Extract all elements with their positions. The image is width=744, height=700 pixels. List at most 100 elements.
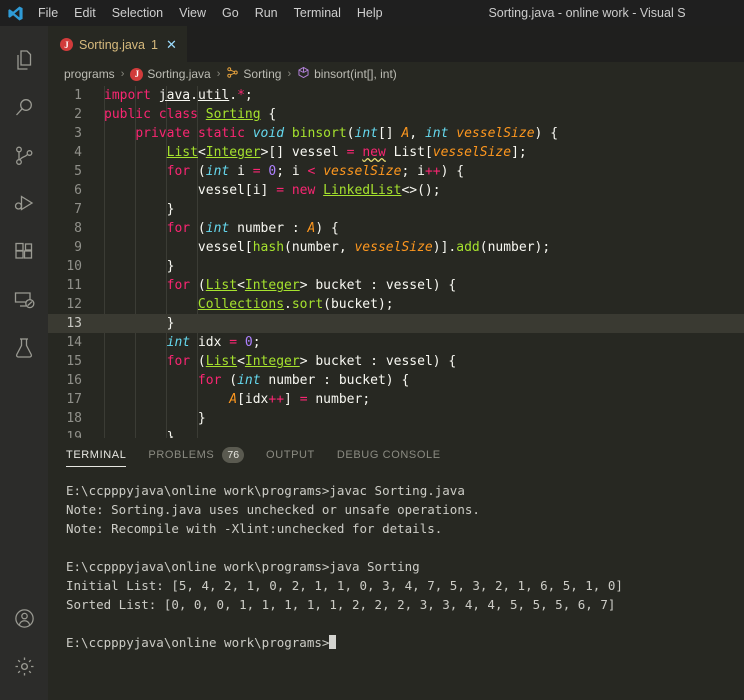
line-number: 6 [74,183,82,198]
line-content: for (int number : bucket) { [197,373,410,388]
menu-help[interactable]: Help [349,3,391,23]
code-line[interactable]: 12 Collections.sort(bucket); [48,295,744,314]
code-line[interactable]: 10 } [48,257,744,276]
tab-label: Sorting.java [79,37,146,52]
line-number: 1 [74,88,82,103]
code-line[interactable]: 5 for (int i = 0; i < vesselSize; i++) { [48,162,744,181]
sidebar-item-explorer[interactable] [0,36,48,84]
code-line[interactable]: 18 } [48,409,744,428]
line-content: } [104,430,175,438]
menu-selection[interactable]: Selection [104,3,171,23]
panel-tab-bar: TERMINAL PROBLEMS 76 OUTPUT DEBUG CONSOL… [48,438,744,471]
remote-explorer-icon [12,288,36,312]
code-line[interactable]: 7 } [48,200,744,219]
line-number: 18 [66,411,82,426]
line-content: public class Sorting { [104,107,277,122]
terminal-line: E:\ccpppyjava\online work\programs>javac… [66,483,465,498]
breadcrumb-item-sorting-class[interactable]: Sorting [226,66,281,82]
line-content: import java.util.*; [104,88,253,103]
line-number: 12 [66,297,82,312]
sidebar-item-settings[interactable] [0,642,48,690]
line-number: 19 [66,430,82,438]
breadcrumb-item-programs[interactable]: programs [64,67,115,81]
tab-debug-console[interactable]: DEBUG CONSOLE [337,438,441,471]
tab-problems[interactable]: PROBLEMS 76 [148,438,245,471]
terminal-caret [329,635,337,649]
tab-terminal-label: TERMINAL [66,448,127,461]
code-editor[interactable]: 1 import java.util.*; 2 public class Sortin… [48,86,744,438]
sidebar-item-search[interactable] [0,84,48,132]
search-icon [12,96,36,120]
activity-bar [0,26,48,700]
code-line[interactable]: 14 int idx = 0; [48,333,744,352]
close-icon[interactable]: ✕ [166,38,177,51]
sidebar-item-source-control[interactable] [0,132,48,180]
java-file-icon: J [60,38,73,51]
terminal-line: E:\ccpppyjava\online work\programs> [66,633,744,652]
title-bar: File Edit Selection View Go Run Terminal… [0,0,744,26]
line-content: vessel[i] = new LinkedList<>(); [197,183,441,198]
breadcrumb: programs › J Sorting.java › Sorting › bi… [48,62,744,86]
line-content: } [104,316,175,331]
line-number: 11 [66,278,82,293]
code-line[interactable]: 13 } [48,314,744,333]
gear-icon [13,655,36,678]
line-number: 4 [74,145,82,160]
tab-terminal[interactable]: TERMINAL [66,438,127,471]
java-file-icon: J [130,67,144,81]
tab-output[interactable]: OUTPUT [266,438,315,471]
class-icon [226,66,239,82]
code-line[interactable]: 6 vessel[i] = new LinkedList<>(); [48,181,744,200]
editor-tab-bar: J Sorting.java 1 ✕ [48,26,744,62]
code-line[interactable]: 3 private static void binsort(int[] A, i… [48,124,744,143]
code-line[interactable]: 16 for (int number : bucket) { [48,371,744,390]
vscode-logo-icon [0,0,30,26]
line-content: A[idx++] = number; [229,392,371,407]
extensions-icon [12,240,36,264]
tab-sorting-java[interactable]: J Sorting.java 1 ✕ [48,26,187,62]
line-content: private static void binsort(int[] A, int… [135,126,559,141]
line-content: for (int number : A) { [166,221,339,236]
breadcrumb-item-binsort-method[interactable]: binsort(int[], int) [297,66,397,82]
line-content: int idx = 0; [166,335,261,350]
menu-go[interactable]: Go [214,3,247,23]
tab-debug-console-label: DEBUG CONSOLE [336,448,441,461]
menu-view[interactable]: View [171,3,214,23]
code-line[interactable]: 8 for (int number : A) { [48,219,744,238]
line-content: for (List<Integer> bucket : vessel) { [166,354,457,369]
code-line[interactable]: 17 A[idx++] = number; [48,390,744,409]
sidebar-item-remote-explorer[interactable] [0,276,48,324]
method-icon [297,66,310,82]
account-icon [13,607,36,630]
sidebar-item-accounts[interactable] [0,594,48,642]
menu-file[interactable]: File [30,3,66,23]
line-content: for (List<Integer> bucket : vessel) { [166,278,457,293]
menu-run[interactable]: Run [247,3,286,23]
line-number: 5 [74,164,82,179]
tab-output-label: OUTPUT [266,448,315,461]
terminal-line: E:\ccpppyjava\online work\programs>java … [66,559,420,574]
line-content: Collections.sort(bucket); [197,297,394,312]
code-line[interactable]: 1 import java.util.*; [48,86,744,105]
breadcrumb-label: binsort(int[], int) [314,67,397,81]
code-line[interactable]: 4 List<Integer>[] vessel = new List[vess… [48,143,744,162]
code-line[interactable]: 2 public class Sorting { [48,105,744,124]
line-content: List<Integer>[] vessel = new List[vessel… [166,145,527,160]
code-line[interactable]: 15 for (List<Integer> bucket : vessel) { [48,352,744,371]
breadcrumb-item-sorting-java[interactable]: J Sorting.java [130,67,211,81]
terminal-output[interactable]: E:\ccpppyjava\online work\programs>javac… [48,471,744,700]
line-number: 15 [66,354,82,369]
sidebar-item-run-debug[interactable] [0,180,48,228]
line-content: for (int i = 0; i < vesselSize; i++) { [166,164,465,179]
code-line[interactable]: 19 } [48,428,744,438]
breadcrumb-label: Sorting [243,67,282,81]
sidebar-item-testing[interactable] [0,324,48,372]
workbench-body: J Sorting.java 1 ✕ programs › J Sorting.… [0,26,744,700]
menu-edit[interactable]: Edit [66,3,104,23]
code-line[interactable]: 9 vessel[hash(number, vesselSize)].add(n… [48,238,744,257]
sidebar-item-extensions[interactable] [0,228,48,276]
code-line[interactable]: 11 for (List<Integer> bucket : vessel) { [48,276,744,295]
menu-terminal[interactable]: Terminal [286,3,349,23]
terminal-line: Note: Recompile with -Xlint:unchecked fo… [66,521,443,536]
